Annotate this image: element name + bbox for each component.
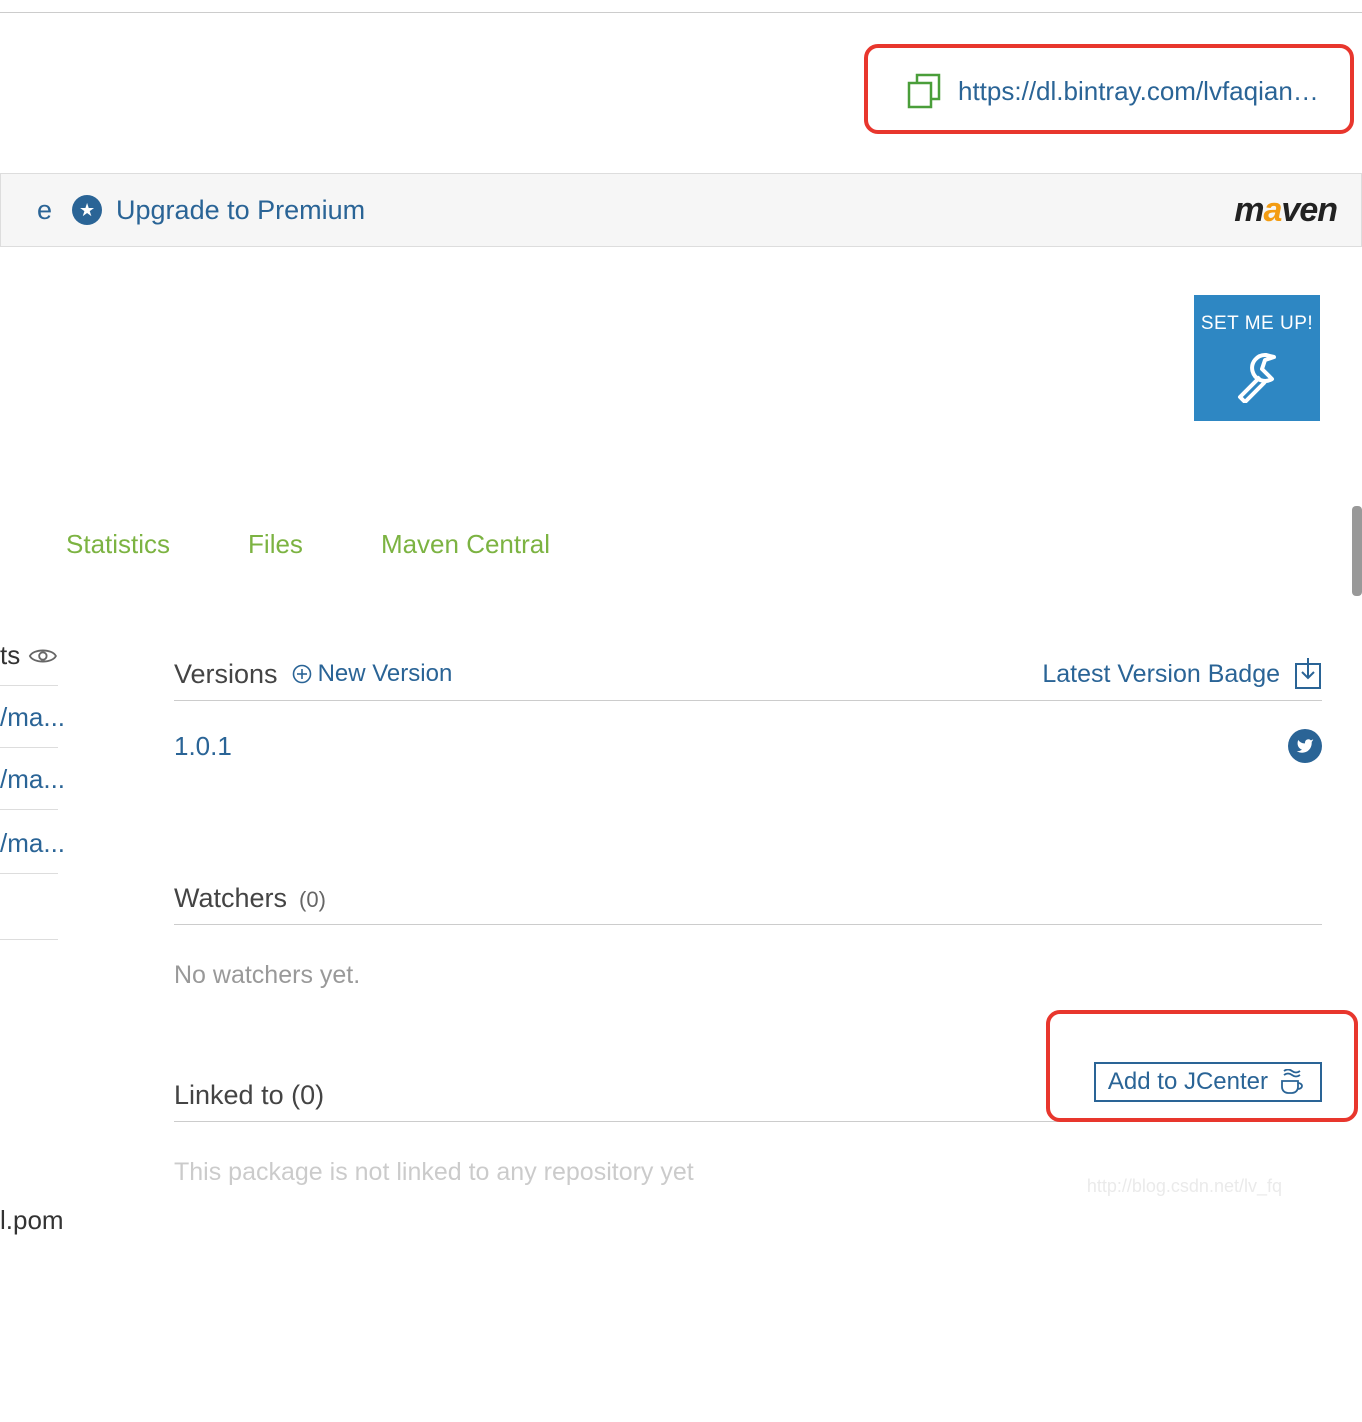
plus-circle-icon [292, 664, 312, 684]
versions-header: Versions New Version Latest Version Badg… [174, 658, 1322, 701]
watchers-section: Watchers (0) No watchers yet. [174, 883, 1322, 990]
twitter-share-button[interactable] [1288, 729, 1322, 763]
watchers-count: (0) [299, 887, 326, 913]
url-copy-box[interactable]: https://dl.bintray.com/lvfaqiang/mav… [864, 44, 1354, 134]
version-link-101[interactable]: 1.0.1 [174, 731, 232, 762]
upgrade-premium-link[interactable]: Upgrade to Premium [116, 195, 365, 226]
pom-fragment: l.pom [0, 1205, 1362, 1236]
tabs: Statistics Files Maven Central [66, 529, 1362, 560]
tab-statistics[interactable]: Statistics [66, 529, 170, 560]
set-me-up-label: SET ME UP! [1201, 313, 1313, 335]
versions-title: Versions [174, 659, 278, 690]
top-divider [0, 12, 1362, 13]
watermark-text: http://blog.csdn.net/lv_fq [1087, 1176, 1282, 1197]
side-fragment-divider [0, 920, 58, 940]
url-text: https://dl.bintray.com/lvfaqiang/mav… [958, 76, 1330, 107]
download-icon [1294, 658, 1322, 690]
watchers-title: Watchers [174, 883, 287, 914]
tab-maven-central[interactable]: Maven Central [381, 529, 550, 560]
no-watchers-text: No watchers yet. [174, 961, 1322, 990]
scrollbar-thumb[interactable] [1352, 506, 1362, 596]
copy-icon [904, 71, 944, 111]
latest-version-badge-link[interactable]: Latest Version Badge [1042, 658, 1322, 690]
partial-left-text: e [37, 195, 52, 226]
add-to-jcenter-button[interactable]: Add to JCenter [1094, 1062, 1322, 1102]
version-row: 1.0.1 [174, 729, 1322, 763]
side-fragment-ma2[interactable]: /ma... [0, 764, 58, 810]
twitter-icon [1296, 737, 1314, 755]
new-version-link[interactable]: New Version [292, 660, 453, 688]
star-icon: ★ [72, 195, 102, 225]
linked-section: Add to JCenter Linked to (0) This packag… [174, 1080, 1322, 1187]
side-fragment-ts: ts [0, 640, 58, 686]
tab-files[interactable]: Files [248, 529, 303, 560]
premium-bar: e ★ Upgrade to Premium maven [0, 173, 1362, 247]
side-fragment-ma3[interactable]: /ma... [0, 828, 58, 874]
set-me-up-button[interactable]: SET ME UP! [1194, 295, 1320, 421]
side-fragment-ma1[interactable]: /ma... [0, 702, 58, 748]
maven-logo: maven [1234, 191, 1337, 230]
wrench-icon [1230, 349, 1284, 403]
eye-icon [28, 646, 58, 666]
coffee-icon [1278, 1069, 1308, 1095]
